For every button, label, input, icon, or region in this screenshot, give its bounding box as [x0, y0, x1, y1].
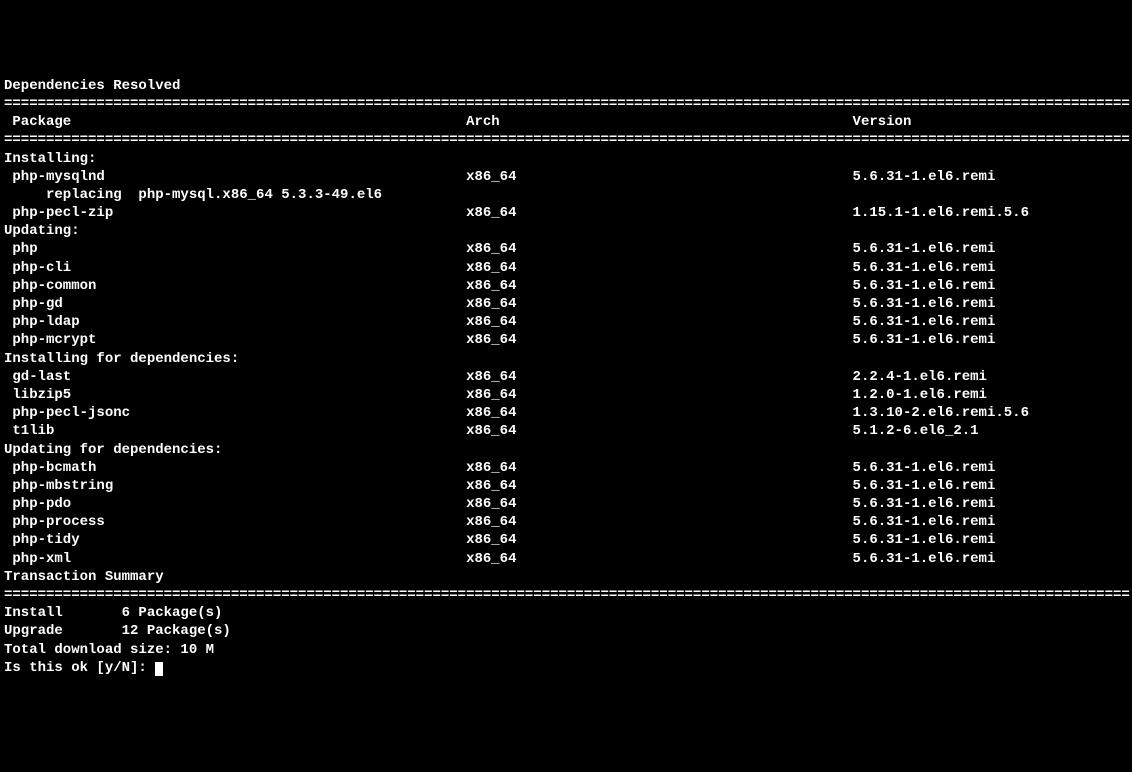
package-row: php-process x86_64 5.6.31-1.el6.remi	[4, 513, 1128, 531]
summary-upgrade: Upgrade 12 Package(s)	[4, 622, 1128, 640]
package-row: php-mysqlnd x86_64 5.6.31-1.el6.remi	[4, 168, 1128, 186]
section-title: Updating for dependencies:	[4, 441, 1128, 459]
section-title: Installing:	[4, 150, 1128, 168]
section-title: Installing for dependencies:	[4, 350, 1128, 368]
package-row: php-mbstring x86_64 5.6.31-1.el6.remi	[4, 477, 1128, 495]
cursor-icon	[155, 662, 163, 676]
summary-install: Install 6 Package(s)	[4, 604, 1128, 622]
divider: ========================================…	[4, 586, 1128, 604]
package-row: php-pecl-zip x86_64 1.15.1-1.el6.remi.5.…	[4, 204, 1128, 222]
transaction-summary-title: Transaction Summary	[4, 568, 1128, 586]
package-row: php-gd x86_64 5.6.31-1.el6.remi	[4, 295, 1128, 313]
package-row: t1lib x86_64 5.1.2-6.el6_2.1	[4, 422, 1128, 440]
package-row: php-tidy x86_64 5.6.31-1.el6.remi	[4, 531, 1128, 549]
package-row: php-ldap x86_64 5.6.31-1.el6.remi	[4, 313, 1128, 331]
package-row: php-common x86_64 5.6.31-1.el6.remi	[4, 277, 1128, 295]
package-row: php x86_64 5.6.31-1.el6.remi	[4, 240, 1128, 258]
package-row: gd-last x86_64 2.2.4-1.el6.remi	[4, 368, 1128, 386]
package-row: libzip5 x86_64 1.2.0-1.el6.remi	[4, 386, 1128, 404]
package-row: php-cli x86_64 5.6.31-1.el6.remi	[4, 259, 1128, 277]
package-row: php-bcmath x86_64 5.6.31-1.el6.remi	[4, 459, 1128, 477]
replacing-note: replacing php-mysql.x86_64 5.3.3-49.el6	[4, 186, 1128, 204]
terminal-output: Dependencies Resolved===================…	[4, 77, 1128, 677]
divider: ========================================…	[4, 131, 1128, 149]
section-title: Updating:	[4, 222, 1128, 240]
package-row: php-pecl-jsonc x86_64 1.3.10-2.el6.remi.…	[4, 404, 1128, 422]
package-row: php-pdo x86_64 5.6.31-1.el6.remi	[4, 495, 1128, 513]
download-size: Total download size: 10 M	[4, 641, 1128, 659]
package-row: php-xml x86_64 5.6.31-1.el6.remi	[4, 550, 1128, 568]
column-headers: Package Arch Version	[4, 113, 1128, 131]
confirm-prompt[interactable]: Is this ok [y/N]:	[4, 659, 1128, 677]
package-row: php-mcrypt x86_64 5.6.31-1.el6.remi	[4, 331, 1128, 349]
divider: ========================================…	[4, 95, 1128, 113]
dependencies-resolved-header: Dependencies Resolved	[4, 77, 1128, 95]
